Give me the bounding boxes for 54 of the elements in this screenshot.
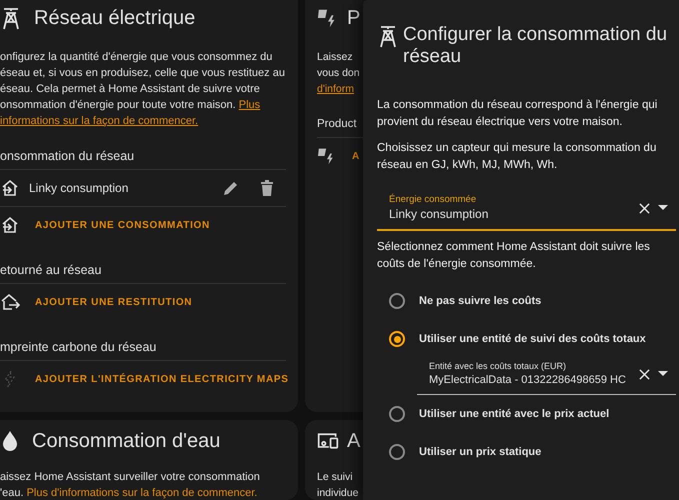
link[interactable]: informations sur la façon de commencer.: [0, 115, 198, 127]
source-name: Linky consumption: [29, 181, 130, 195]
clear-icon[interactable]: [639, 368, 650, 380]
transmission-tower-icon: [0, 6, 22, 30]
option-label: Utiliser un prix statique: [419, 446, 542, 458]
section-heading: Product: [317, 118, 357, 130]
card-title: A: [347, 430, 360, 452]
clear-icon[interactable]: [639, 202, 650, 214]
radio-button[interactable]: [389, 444, 405, 460]
section-heading: onsommation du réseau: [0, 149, 134, 163]
entity-select-field[interactable]: Entité avec les coûts totaux (EUR) MyElectricalData - 01322286498659 HC: [417, 358, 676, 395]
delete-trash-icon[interactable]: [260, 180, 274, 196]
edit-pencil-icon[interactable]: [222, 179, 240, 197]
description-text: onfigurez la quantité d'énergie que vous consommez du: [0, 51, 272, 63]
description-text: Le suivi: [317, 471, 353, 483]
description-text: vous don: [317, 67, 360, 79]
add-button[interactable]: AJOUTER UNE CONSOMMATION: [29, 214, 210, 236]
radio-button[interactable]: [389, 406, 405, 422]
description-text: onsommation d'énergie pour toute votre maison.: [0, 99, 237, 111]
dropdown-caret-icon[interactable]: [658, 205, 668, 211]
option-label: Utiliser une entité de suivi des coûts totaux: [419, 333, 646, 345]
description-text: Laissez: [317, 51, 353, 63]
home-import-icon: [0, 216, 20, 234]
description-text: aissez Home Assistant surveiller votre consommation: [0, 471, 260, 483]
description-text: éseau et, si vous en produisez, celle que vous restituez au: [0, 67, 285, 79]
home-export-icon: [0, 293, 20, 311]
section-heading: etourné au réseau: [0, 263, 102, 277]
home-import-icon: [0, 179, 20, 197]
radio-button[interactable]: [389, 331, 405, 347]
description-text: 'eau.: [0, 487, 25, 499]
add-button[interactable]: A: [346, 144, 360, 168]
dialog-text: Choisissez un capteur qui mesure la consommation du réseau en GJ, kWh, MJ, MWh, Wh.: [377, 141, 658, 173]
entity-select-field[interactable]: Énergie consommée Linky consumption: [377, 186, 676, 231]
description-text: éseau. Cela permet à Home Assistant de suivre votre: [0, 83, 260, 95]
dialog-text: La consommation du réseau correspond à l'énergie qui provient du réseau électrique vers votre maison.: [377, 98, 658, 130]
section-heading: mpreinte carbone du réseau: [0, 340, 156, 354]
link[interactable]: d'inform: [317, 83, 354, 95]
card-title: P: [347, 6, 360, 30]
dialog-text: Sélectionnez comment Home Assistant doit suivre les coûts de l'énergie consommée.: [377, 240, 651, 272]
option-label: Ne pas suivre les coûts: [419, 295, 542, 307]
card-title: Consommation d'eau: [32, 430, 220, 452]
radio-button[interactable]: [389, 293, 405, 309]
link[interactable]: Plus: [238, 99, 260, 111]
transmission-tower-icon: [377, 24, 399, 48]
link[interactable]: Plus d'informations sur la façon de commencer.: [26, 487, 258, 499]
water-drop-icon: [0, 430, 20, 452]
devices-icon: [317, 432, 339, 450]
dialog-title: Configurer la consommation du réseau: [403, 24, 668, 68]
description-text: individue: [317, 487, 358, 499]
card-title: Réseau électrique: [34, 6, 196, 30]
option-label: Utiliser une entité avec le prix actuel: [419, 408, 610, 420]
dropdown-caret-icon[interactable]: [658, 371, 668, 377]
add-button[interactable]: AJOUTER L'INTÉGRATION ELECTRICITY MAPS: [29, 368, 289, 390]
add-button[interactable]: AJOUTER UNE RESTITUTION: [29, 290, 192, 314]
